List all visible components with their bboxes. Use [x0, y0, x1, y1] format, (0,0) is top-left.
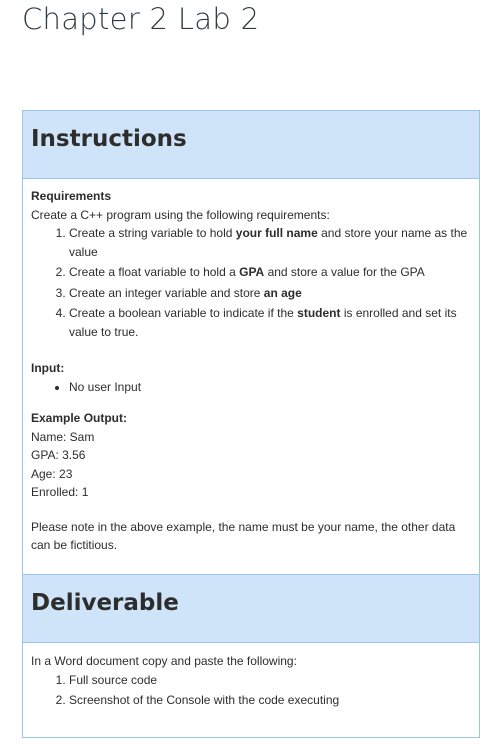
- instructions-heading: Instructions: [31, 126, 187, 152]
- requirements-list: Create a string variable to hold your fu…: [31, 224, 471, 341]
- requirement-item: Create a float variable to hold a GPA an…: [69, 263, 471, 282]
- input-list: No user Input: [31, 378, 471, 397]
- example-output-line: Age: 23: [31, 466, 73, 481]
- deliverable-header: Deliverable: [23, 575, 479, 643]
- example-output-label: Example Output:: [31, 411, 128, 425]
- page-title: Chapter 2 Lab 2: [22, 2, 260, 36]
- note-text: Please note in the above example, the na…: [31, 519, 456, 553]
- example-output-line: Name: Sam: [31, 429, 95, 444]
- deliverable-item: Screenshot of the Console with the code …: [69, 691, 471, 710]
- deliverable-card: Deliverable In a Word document copy and …: [22, 574, 480, 738]
- instructions-header: Instructions: [23, 111, 479, 179]
- requirement-emphasis: your full name: [235, 226, 318, 240]
- requirement-emphasis: GPA: [239, 265, 265, 279]
- deliverable-item: Full source code: [69, 671, 471, 690]
- requirements-intro: Create a C++ program using the following…: [31, 207, 330, 222]
- instructions-card: Instructions Requirements Create a C++ p…: [22, 110, 480, 575]
- requirement-item: Create an integer variable and store an …: [69, 284, 471, 303]
- example-output-line: Enrolled: 1: [31, 485, 89, 499]
- input-item: No user Input: [69, 378, 471, 397]
- requirement-item: Create a string variable to hold your fu…: [69, 224, 471, 261]
- deliverable-list: Full source code Screenshot of the Conso…: [31, 671, 471, 710]
- requirement-item: Create a boolean variable to indicate if…: [69, 304, 471, 341]
- requirement-emphasis: an age: [263, 285, 302, 300]
- instructions-body: Requirements Create a C++ program using …: [23, 179, 479, 555]
- deliverable-intro: In a Word document copy and paste the fo…: [31, 654, 297, 668]
- requirements-label: Requirements: [31, 189, 112, 203]
- input-label: Input:: [31, 361, 65, 375]
- deliverable-body: In a Word document copy and paste the fo…: [23, 643, 479, 710]
- deliverable-heading: Deliverable: [31, 590, 179, 616]
- example-output-line: GPA: 3.56: [31, 448, 86, 462]
- requirement-emphasis: student: [297, 306, 341, 320]
